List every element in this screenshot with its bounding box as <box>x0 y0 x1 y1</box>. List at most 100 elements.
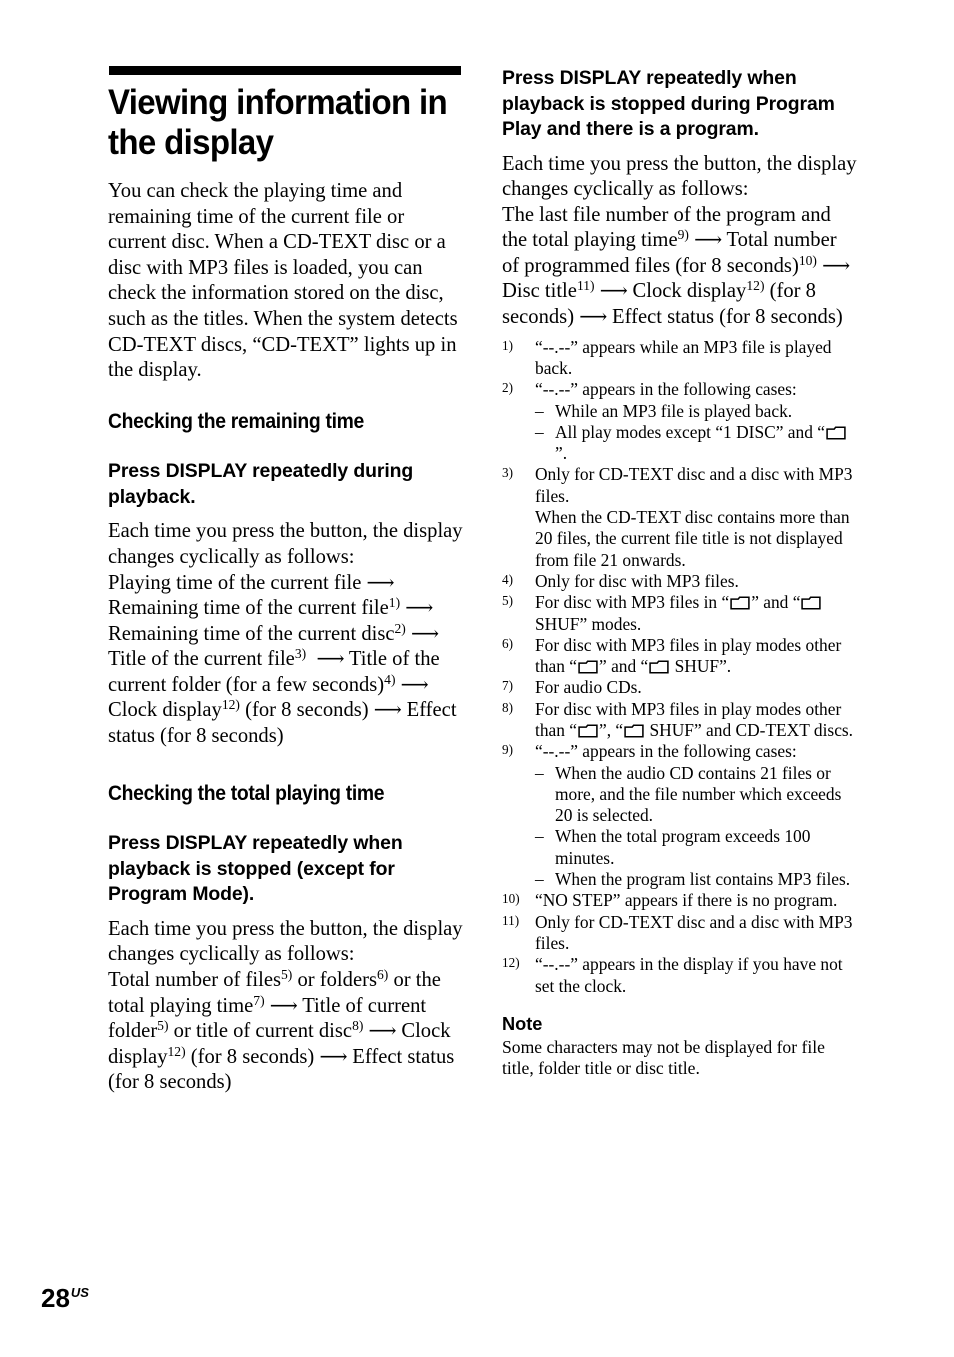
seq-part: Playing time of the current file <box>108 571 362 594</box>
footnote-sub-text: When the audio CD contains 21 files or m… <box>555 762 842 826</box>
seq-part: or folders <box>297 969 377 991</box>
section2-lead: Each time you press the button, the disp… <box>108 917 463 966</box>
footnote-item: 10) “NO STEP” appears if there is no prog… <box>502 890 858 911</box>
footnote-text: For audio CDs. <box>535 677 642 698</box>
footnote-item: 7) For audio CDs. <box>502 677 858 698</box>
arrow-icon: ⟶ <box>373 700 402 722</box>
footnote-text: “NO STEP” appears if there is no program… <box>535 890 838 911</box>
seq-part: Remaining time of the current file <box>108 597 389 620</box>
footnote-ref: 4) <box>384 671 396 687</box>
instruction-heading-press-display-program-play: Press DISPLAY repeatedly when playback i… <box>502 67 835 140</box>
footnote-marker: 8) <box>502 699 513 715</box>
footnote-text: For disc with MP3 files in “” and “ SHUF… <box>535 592 822 634</box>
footnote-sub-item: – When the total program exceeds 100 minu… <box>535 826 858 869</box>
note-heading: Note <box>502 1013 543 1034</box>
footnote-ref: 9) <box>677 227 689 243</box>
footnote-text: For disc with MP3 files in play modes ot… <box>535 698 854 740</box>
arrow-icon: ⟶ <box>694 230 722 252</box>
footnote-sub-item: – When the audio CD contains 21 files or … <box>535 763 858 827</box>
footnote-marker: 12) <box>502 955 520 971</box>
arrow-icon: ⟶ <box>599 281 628 303</box>
footnote-text: “--.--” appears in the display if you ha… <box>535 954 843 996</box>
footnote-text: For disc with MP3 files in play modes ot… <box>535 634 842 677</box>
footnote-item: 4) Only for disc with MP3 files. <box>502 571 858 592</box>
seq-part: (for 8 seconds) <box>190 1045 315 1068</box>
footnote-ref: 1) <box>388 595 401 611</box>
footnote-marker: 9) <box>502 742 513 758</box>
dash-bullet-icon: – <box>535 400 544 421</box>
footnote-marker: 2) <box>502 380 513 396</box>
section2-sequence: Total number of files5) or folders6) or … <box>108 968 464 1096</box>
footnote-sub-item: – All play modes except “1 DISC” and “”. <box>535 422 858 465</box>
footnote-marker: 10) <box>502 891 520 907</box>
footnote-sub-item: – When the program list contains MP3 file… <box>535 869 858 890</box>
arrow-icon: ⟶ <box>410 623 439 645</box>
seq-part: Total number of files <box>108 969 281 991</box>
footnote-item: 12) “--.--” appears in the display if you… <box>502 954 858 997</box>
footnote-item: 8) For disc with MP3 files in play modes … <box>502 699 858 742</box>
footnote-text: “--.--” appears in the following cases: <box>535 741 797 762</box>
arrow-icon: ⟶ <box>405 598 433 620</box>
footnote-ref: 12) <box>746 278 765 294</box>
note-text: Some characters may not be displayed for… <box>502 1036 825 1079</box>
footnote-ref: 7) <box>253 992 265 1008</box>
arrow-icon: ⟶ <box>316 649 345 671</box>
page-title: Viewing information in the display <box>108 82 448 163</box>
seq-part: Effect status (for 8 seconds) <box>612 306 843 329</box>
footnote-text: “--.--” appears in the following cases: <box>535 379 797 400</box>
manual-page: Viewing information in the display You c… <box>0 0 954 1357</box>
footnote-item: 1) “--.--” appears while an MP3 file is p… <box>502 337 858 380</box>
intro-paragraph: You can check the playing time and remai… <box>108 179 458 382</box>
footnote-marker: 5) <box>502 593 513 609</box>
footnote-item: 9) “--.--” appears in the following cases… <box>502 741 858 890</box>
dash-bullet-icon: – <box>535 826 544 847</box>
section1-lead: Each time you press the button, the disp… <box>108 520 463 568</box>
seq-part: Remaining time of the current disc <box>108 622 395 645</box>
seq-part: Title of the current file <box>108 648 295 671</box>
footnote-marker: 7) <box>502 678 513 694</box>
arrow-icon: ⟶ <box>368 1021 397 1043</box>
folder-icon <box>649 660 669 674</box>
footnote-text: “--.--” appears while an MP3 file is pla… <box>535 336 832 378</box>
footnote-item: 6) For disc with MP3 files in play modes … <box>502 635 858 678</box>
instruction-heading-press-display-playback: Press DISPLAY repeatedly during playback… <box>108 460 414 508</box>
dash-bullet-icon: – <box>535 421 544 442</box>
page-number-value: 28 <box>41 1283 70 1313</box>
dash-bullet-icon: – <box>535 762 544 783</box>
footnote-item: 11) Only for CD-TEXT disc and a disc with… <box>502 912 858 955</box>
footnote-item: 5) For disc with MP3 files in “” and “ SH… <box>502 592 858 635</box>
section1-sequence: Playing time of the current file ⟶ Remai… <box>108 571 464 750</box>
arrow-icon: ⟶ <box>822 255 850 277</box>
footnote-ref: 5) <box>281 966 293 982</box>
seq-part: (for 8 seconds) <box>245 699 369 722</box>
footnote-marker: 4) <box>502 571 513 587</box>
seq-part: or title of current disc <box>173 1020 353 1043</box>
footnote-marker: 1) <box>502 337 513 353</box>
section3-lead: Each time you press the button, the disp… <box>502 152 857 201</box>
footnote-sub-text: When the total program exceeds 100 minut… <box>555 826 811 868</box>
folder-icon <box>801 596 822 610</box>
footnote-ref: 11) <box>576 278 595 294</box>
footnote-ref: 6) <box>376 966 389 982</box>
footnote-sub-item: – While an MP3 file is played back. <box>535 401 858 422</box>
section-heading-checking-remaining-time: Checking the remaining time <box>108 408 365 433</box>
seq-part: Clock display <box>108 699 222 722</box>
section3-sequence: The last file number of the program and … <box>502 203 858 331</box>
footnote-ref: 12) <box>167 1043 186 1059</box>
dash-bullet-icon: – <box>535 869 544 890</box>
instruction-heading-press-display-stopped: Press DISPLAY repeatedly when playback i… <box>108 832 403 906</box>
folder-icon <box>578 660 598 674</box>
footnote-marker: 6) <box>502 635 513 651</box>
footnote-list: 1) “--.--” appears while an MP3 file is p… <box>502 337 858 997</box>
footnote-sub-text: All play modes except “1 DISC” and “”. <box>555 422 847 463</box>
seq-part: Disc title <box>502 280 577 303</box>
folder-icon <box>578 724 598 738</box>
seq-part: Clock display <box>632 280 747 303</box>
footnote-marker: 11) <box>502 912 520 928</box>
footnote-ref: 12) <box>221 697 240 713</box>
footnote-extra-text: When the CD-TEXT disc contains more than… <box>535 507 850 570</box>
footnote-item: 2) “--.--” appears in the following cases… <box>502 379 858 464</box>
footnote-text: Only for disc with MP3 files. <box>535 570 739 591</box>
title-rule <box>109 66 461 75</box>
folder-icon <box>730 596 750 610</box>
